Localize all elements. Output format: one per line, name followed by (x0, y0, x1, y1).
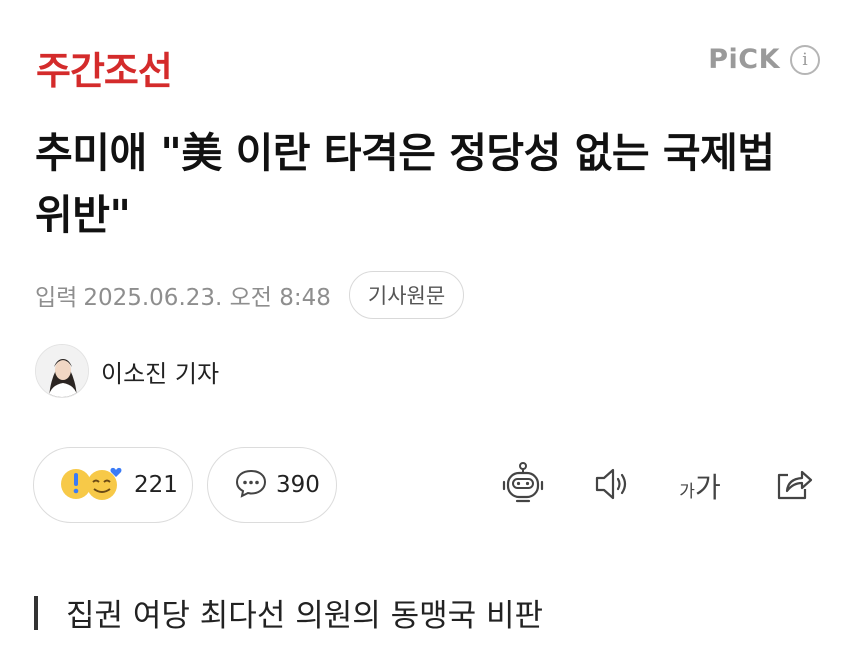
comment-button[interactable]: 390 (207, 447, 337, 523)
press-logo[interactable]: 주간조선 (36, 40, 173, 95)
top-bar: 주간조선 PiCK i (0, 0, 850, 120)
article-meta: 입력 2025.06.23. 오전 8:48 기사원문 (35, 270, 465, 320)
author-row[interactable]: 이소진 기자 (35, 344, 219, 398)
article-headline: 추미애 "美 이란 타격은 정당성 없는 국제법 위반" (35, 129, 775, 239)
emoji-reaction-icon (60, 463, 126, 507)
info-icon[interactable]: i (790, 44, 820, 75)
share-button[interactable] (770, 459, 818, 513)
font-small-glyph: 가 (679, 482, 695, 502)
font-size-button[interactable]: 가가 (670, 459, 730, 513)
reaction-button[interactable]: 221 (33, 447, 193, 523)
original-article-button[interactable]: 기사원문 (348, 271, 465, 319)
summary-button[interactable] (495, 459, 551, 513)
published-label: 입력 (35, 285, 78, 311)
subheading-text: 집권 여당 최다선 의원의 동맹국 비판 (66, 598, 544, 634)
pick-label: PiCK (708, 44, 780, 75)
reaction-bar: 221 390 (33, 447, 337, 523)
comment-count: 390 (276, 472, 320, 498)
pick-badge[interactable]: PiCK i (708, 44, 820, 75)
subheading-bar (34, 595, 38, 630)
reaction-count: 221 (134, 472, 178, 498)
speaker-icon (591, 465, 633, 507)
author-avatar[interactable] (35, 344, 89, 398)
font-size-icon: 가가 (679, 466, 720, 506)
article-tools: 가가 (490, 459, 820, 513)
article-subheading: 집권 여당 최다선 의원의 동맹국 비판 (34, 590, 543, 635)
comment-icon (234, 466, 268, 504)
robot-summary-icon (499, 460, 547, 512)
font-large-glyph: 가 (694, 471, 721, 504)
author-name[interactable]: 이소진 기자 (101, 354, 219, 389)
share-icon (774, 465, 814, 507)
tts-button[interactable] (587, 459, 637, 513)
published-date: 2025.06.23. 오전 8:48 (83, 285, 331, 311)
